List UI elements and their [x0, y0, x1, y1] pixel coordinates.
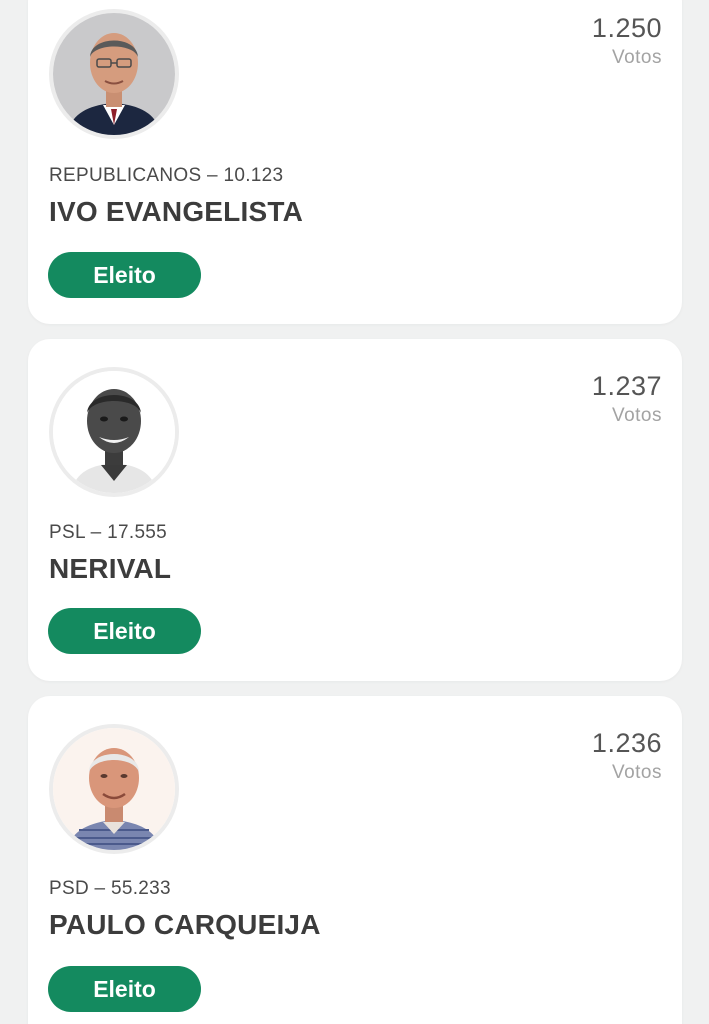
vote-label: Votos [611, 405, 662, 426]
candidate-photo [49, 9, 179, 139]
vote-count: 1.236 [591, 728, 662, 758]
candidate-card[interactable]: 1.236 Votos PSD – 55.233 PAULO CARQUEIJA… [28, 696, 682, 1024]
vote-tally: 1.237 Votos [592, 370, 662, 430]
vote-label: Votos [611, 762, 662, 783]
candidate-portrait-image [53, 371, 175, 493]
party-and-number: PSL – 17.555 [49, 522, 168, 543]
candidate-card[interactable]: 1.250 Votos REPUBLICANOS – 10.123 IVO EV… [28, 0, 682, 324]
candidate-name: PAULO CARQUEIJA [49, 909, 321, 940]
candidate-card[interactable]: 1.237 Votos PSL – 17.555 NERIVAL Eleito [28, 339, 682, 681]
candidate-list: 1.250 Votos REPUBLICANOS – 10.123 IVO EV… [0, 0, 709, 1024]
candidate-photo [49, 724, 179, 854]
vote-tally: 1.250 Votos [592, 12, 662, 72]
candidate-portrait-image [53, 13, 175, 135]
candidate-photo [49, 367, 179, 497]
candidate-name: IVO EVANGELISTA [49, 196, 303, 227]
vote-tally: 1.236 Votos [592, 727, 662, 787]
party-and-number: PSD – 55.233 [49, 878, 171, 899]
vote-count: 1.237 [591, 371, 662, 401]
candidate-name: NERIVAL [49, 553, 172, 584]
elected-badge: Eleito [48, 608, 201, 654]
elected-badge: Eleito [48, 252, 201, 298]
vote-label: Votos [611, 47, 662, 68]
party-and-number: REPUBLICANOS – 10.123 [49, 165, 284, 186]
vote-count: 1.250 [591, 13, 662, 43]
candidate-portrait-image [53, 728, 175, 850]
elected-badge: Eleito [48, 966, 201, 1012]
